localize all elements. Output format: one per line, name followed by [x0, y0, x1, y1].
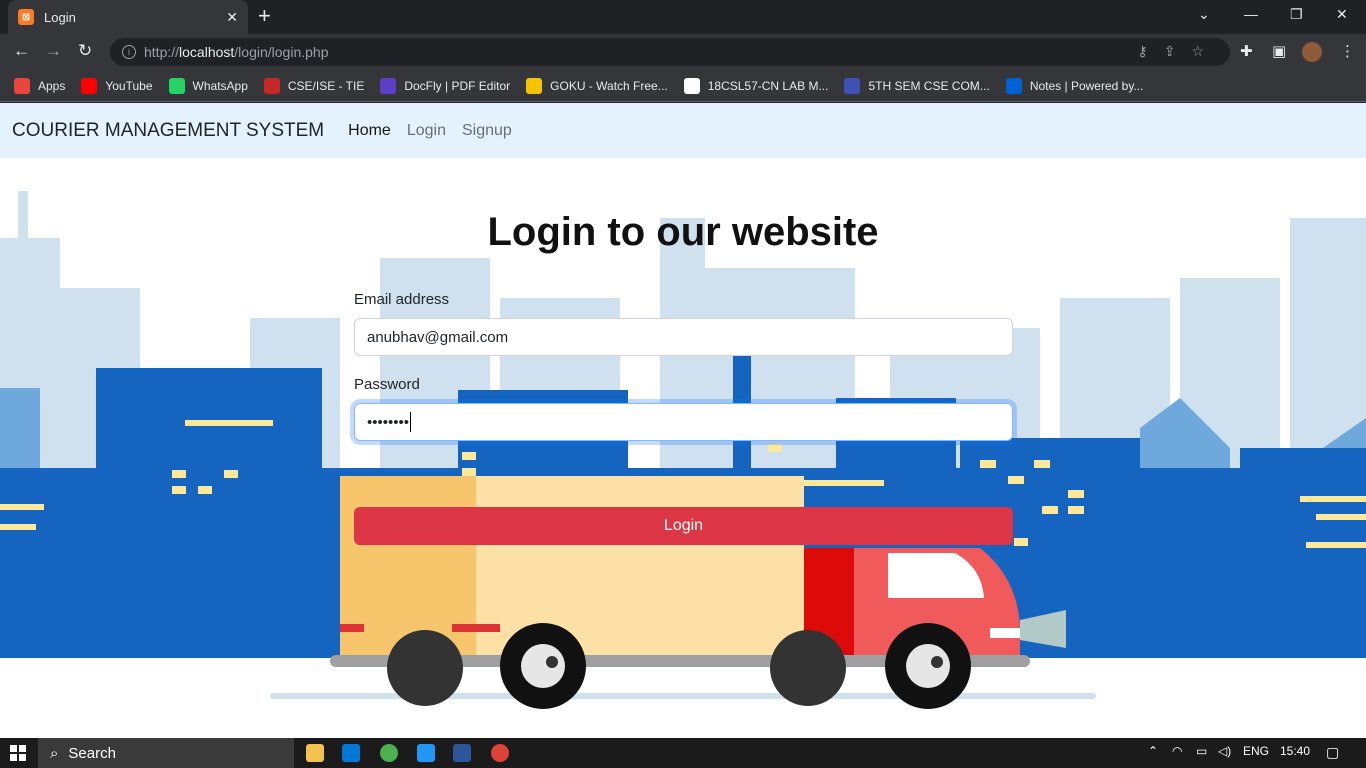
language-indicator[interactable]: ENG — [1243, 744, 1269, 758]
youtube-icon — [81, 77, 98, 94]
xampp-favicon-icon: ⊠ — [18, 9, 34, 25]
clock[interactable]: 15:40 — [1280, 744, 1310, 758]
vscode-icon[interactable] — [417, 744, 435, 762]
profile-avatar[interactable] — [1302, 42, 1322, 62]
whatsapp-icon — [168, 77, 185, 94]
bookmark-item[interactable]: CSE/ISE - TIE — [263, 77, 365, 94]
side-panel-icon[interactable]: ▣ — [1272, 42, 1286, 60]
bookmark-item[interactable]: 18CSL57-CN LAB M... — [683, 77, 829, 94]
box-icon — [1005, 77, 1022, 94]
notifications-icon[interactable]: ▢ — [1326, 744, 1339, 761]
taskbar-search[interactable]: ⌕ Search — [38, 738, 294, 768]
wifi-icon[interactable]: ◠ — [1172, 744, 1182, 758]
bookmark-item[interactable]: YouTube — [81, 77, 153, 94]
globe-icon — [683, 77, 700, 94]
close-window-icon[interactable]: ✕ — [1336, 6, 1348, 23]
browser-toolbar: ← → ↻ i http://localhost/login/login.php… — [0, 34, 1366, 70]
site-navbar: COURIER MANAGEMENT SYSTEM Home Login Sig… — [0, 103, 1366, 158]
show-hidden-icons-icon[interactable]: ⌃ — [1148, 744, 1158, 758]
bookmark-label: 5TH SEM CSE COM... — [868, 78, 990, 93]
key-icon[interactable]: ⚷ — [1137, 43, 1163, 59]
volume-icon[interactable]: ◁) — [1218, 744, 1231, 758]
address-bar[interactable]: i http://localhost/login/login.php ⚷⇪☆ — [110, 38, 1230, 66]
nav-link-home[interactable]: Home — [348, 122, 391, 140]
password-masked-value: •••••••• — [367, 413, 410, 431]
moon-icon — [844, 77, 861, 94]
share-icon[interactable]: ⇪ — [1164, 43, 1192, 59]
chrome-icon[interactable] — [380, 744, 398, 762]
site-info-icon[interactable]: i — [122, 45, 136, 59]
bookmark-label: WhatsApp — [192, 78, 248, 93]
windows-start-icon[interactable] — [10, 745, 26, 761]
tab-search-icon[interactable]: ⌄ — [1198, 6, 1210, 23]
search-placeholder: Search — [68, 744, 116, 762]
browser-tab[interactable]: ⊠ Login ✕ — [8, 0, 248, 34]
password-label: Password — [354, 376, 420, 393]
minimize-icon[interactable]: — — [1244, 6, 1258, 22]
windows-taskbar: ⌕ Search ⌃ ◠ ▭ ◁) ENG 15:40 ▢ — [0, 738, 1366, 768]
email-label: Email address — [354, 291, 450, 308]
navbar-brand[interactable]: COURIER MANAGEMENT SYSTEM — [12, 120, 324, 142]
extensions-icon[interactable]: ✚ — [1240, 42, 1253, 60]
bookmark-item[interactable]: GOKU - Watch Free... — [526, 77, 668, 94]
docfly-icon — [380, 77, 397, 94]
login-form: Email address anubhav@gmail.com Password… — [354, 291, 1013, 545]
nav-link-signup[interactable]: Signup — [462, 122, 512, 140]
battery-icon[interactable]: ▭ — [1196, 744, 1207, 758]
word-icon[interactable] — [453, 744, 471, 762]
browser-tab-strip: ⊠ Login ✕ + ⌄ — ❐ ✕ — [0, 0, 1366, 34]
store-icon[interactable] — [342, 744, 360, 762]
chart-icon — [263, 77, 280, 94]
goku-icon — [526, 77, 543, 94]
tab-title: Login — [44, 9, 76, 25]
page-title: Login to our website — [487, 210, 879, 254]
apps-grid-icon — [14, 77, 30, 94]
email-field[interactable]: anubhav@gmail.com — [354, 318, 1013, 356]
text-cursor — [410, 412, 412, 432]
restore-icon[interactable]: ❐ — [1290, 6, 1303, 23]
web-page: COURIER MANAGEMENT SYSTEM Home Login Sig… — [0, 103, 1366, 738]
search-icon: ⌕ — [50, 744, 59, 762]
password-field[interactable]: •••••••• — [354, 403, 1013, 441]
reload-icon[interactable]: ↻ — [78, 42, 92, 60]
bookmark-label: DocFly | PDF Editor — [404, 78, 511, 93]
login-button[interactable]: Login — [354, 507, 1013, 545]
forward-icon[interactable]: → — [45, 42, 62, 60]
back-icon[interactable]: ← — [13, 42, 30, 60]
road-line — [270, 693, 1096, 699]
bookmark-label: YouTube — [105, 78, 153, 93]
bookmark-item[interactable]: WhatsApp — [168, 77, 248, 94]
bookmark-star-icon[interactable]: ☆ — [1191, 43, 1220, 59]
bookmark-label: GOKU - Watch Free... — [550, 78, 668, 93]
chrome-active-icon[interactable] — [491, 744, 509, 762]
bookmark-item[interactable]: DocFly | PDF Editor — [380, 77, 511, 94]
new-tab-icon[interactable]: + — [258, 5, 271, 27]
nav-link-login[interactable]: Login — [407, 122, 446, 140]
address-bar-actions[interactable]: ⚷⇪☆ — [1137, 43, 1220, 60]
bookmark-label: Notes | Powered by... — [1029, 78, 1144, 93]
bookmark-item[interactable]: Apps — [14, 77, 66, 94]
url-text[interactable]: http://localhost/login/login.php — [144, 44, 328, 60]
bookmark-label: CSE/ISE - TIE — [287, 78, 365, 93]
bookmarks-bar: Apps YouTube WhatsApp CSE/ISE - TIE DocFly |… — [0, 70, 1366, 102]
bookmark-item[interactable]: 5TH SEM CSE COM... — [844, 77, 990, 94]
menu-icon[interactable]: ⋮ — [1340, 42, 1355, 60]
bookmark-item[interactable]: Notes | Powered by... — [1005, 77, 1144, 94]
close-tab-icon[interactable]: ✕ — [226, 9, 238, 26]
bookmark-label: Apps — [38, 78, 66, 93]
file-explorer-icon[interactable] — [306, 744, 324, 762]
bookmark-label: 18CSL57-CN LAB M... — [707, 78, 829, 93]
